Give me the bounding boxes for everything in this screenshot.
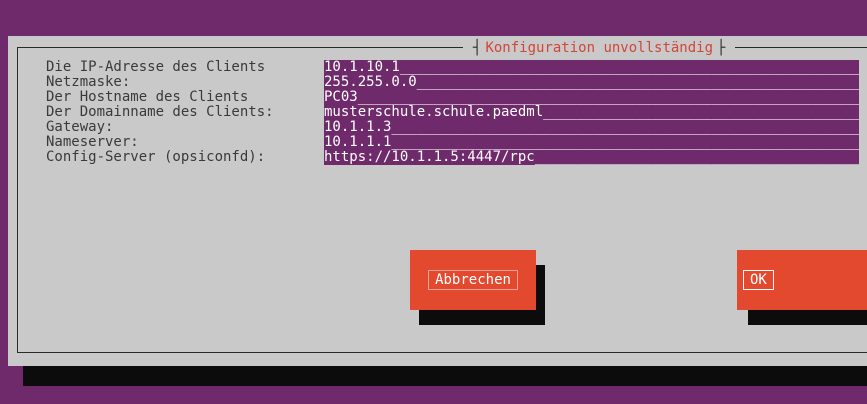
dialog-title: ┤ Konfiguration unvollständig ├ — [463, 39, 736, 57]
gateway-field[interactable]: 10.1.1.3________________________________… — [324, 120, 859, 135]
form-fields: 10.1.10.1_______________________________… — [324, 60, 859, 165]
config-server-field[interactable]: https://10.1.1.5:4447/rpc_______________… — [324, 150, 859, 165]
label-gateway: Gateway: — [46, 119, 114, 135]
ip-address-field[interactable]: 10.1.10.1_______________________________… — [324, 60, 859, 75]
label-hostname: Der Hostname des Clients — [46, 89, 249, 105]
label-domainname: Der Domainname des Clients: — [46, 104, 274, 120]
cancel-button[interactable]: Abbrechen — [410, 250, 536, 310]
ok-button-label: OK — [743, 270, 774, 290]
label-ip-address: Die IP-Adresse des Clients — [46, 59, 266, 75]
dialog-title-text: Konfiguration unvollständig — [485, 40, 714, 56]
label-netmask: Netzmaske: — [46, 74, 131, 90]
netmask-field[interactable]: 255.255.0.0_____________________________… — [324, 75, 859, 90]
form-labels: Die IP-Adresse des Clients Netzmaske: De… — [46, 60, 274, 165]
domainname-field[interactable]: musterschule.schule.paedml______________… — [324, 105, 859, 120]
ok-button[interactable]: OK — [737, 250, 867, 310]
dialog-shadow — [23, 364, 867, 386]
hostname-field[interactable]: PC03____________________________________… — [324, 90, 859, 105]
label-nameserver: Nameserver: — [46, 134, 139, 150]
label-config-server: Config-Server (opsiconfd): — [46, 149, 266, 165]
nameserver-field[interactable]: 10.1.1.1________________________________… — [324, 135, 859, 150]
title-right-bracket: ├ — [717, 40, 726, 56]
title-left-bracket: ┤ — [473, 40, 482, 56]
cancel-button-label: Abbrechen — [428, 270, 518, 290]
